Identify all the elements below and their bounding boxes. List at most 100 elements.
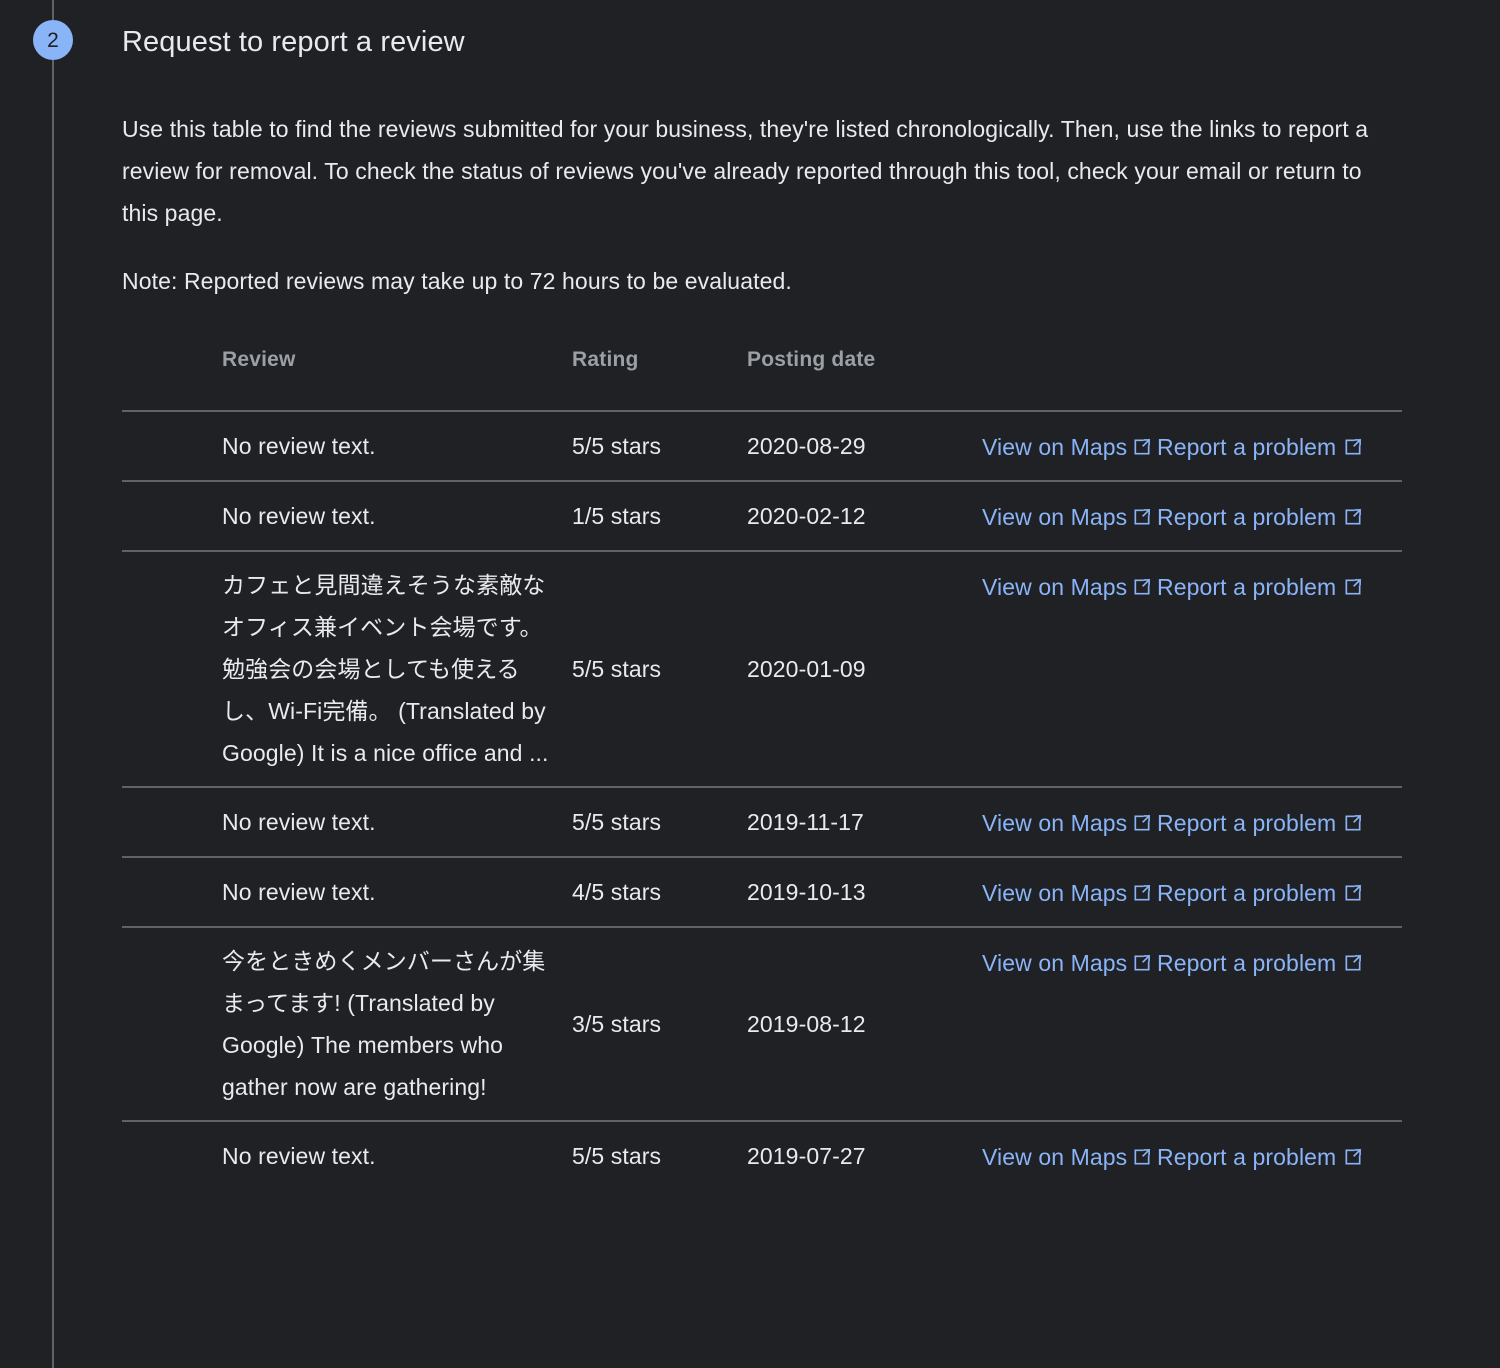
cell-posting-date: 2019-08-12: [747, 926, 982, 1121]
cell-view-on-maps: View on Maps: [982, 1120, 1157, 1190]
cell-report-a-problem: Report a problem: [1157, 786, 1402, 857]
cell-view-on-maps: View on Maps: [982, 786, 1157, 857]
cell-view-on-maps: View on Maps: [982, 926, 1157, 1121]
cell-view-on-maps: View on Maps: [982, 410, 1157, 481]
external-link-icon: [1343, 813, 1363, 833]
report-a-problem-link[interactable]: Report a problem: [1157, 880, 1363, 906]
table-row: No review text. 5/5 stars 2020-08-29 Vie…: [122, 410, 1402, 481]
external-link-icon: [1343, 1147, 1363, 1167]
cell-view-on-maps: View on Maps: [982, 480, 1157, 551]
cell-view-on-maps: View on Maps: [982, 550, 1157, 787]
cell-review-text: カフェと見間違えそうな素敵なオフィス兼イベント会場です。勉強会の会場としても使え…: [122, 550, 572, 787]
cell-rating: 1/5 stars: [572, 480, 747, 551]
cell-rating: 5/5 stars: [572, 550, 747, 787]
column-header-rating: Rating: [572, 348, 639, 371]
reviews-table: Review Rating Posting date No review tex…: [122, 348, 1402, 1190]
column-header-report-link: [1157, 348, 1402, 411]
column-header-posting-date: Posting date: [747, 348, 876, 371]
view-on-maps-link[interactable]: View on Maps: [982, 1144, 1152, 1170]
cell-posting-date: 2019-11-17: [747, 786, 982, 857]
cell-posting-date: 2020-02-12: [747, 480, 982, 551]
external-link-icon: [1132, 813, 1152, 833]
view-on-maps-label: View on Maps: [982, 504, 1128, 530]
cell-posting-date: 2019-07-27: [747, 1120, 982, 1190]
report-a-problem-label: Report a problem: [1157, 434, 1337, 460]
report-a-problem-link[interactable]: Report a problem: [1157, 504, 1363, 530]
external-link-icon: [1132, 1147, 1152, 1167]
step-section: 2 Request to report a review Use this ta…: [0, 0, 1500, 1368]
timeline-rail: [52, 0, 54, 1368]
external-link-icon: [1343, 883, 1363, 903]
cell-report-a-problem: Report a problem: [1157, 410, 1402, 481]
view-on-maps-link[interactable]: View on Maps: [982, 880, 1152, 906]
report-a-problem-link[interactable]: Report a problem: [1157, 1144, 1363, 1170]
cell-review-text: 今をときめくメンバーさんが集まってます! (Translated by Goog…: [122, 926, 572, 1121]
cell-review-text: No review text.: [122, 1120, 572, 1190]
report-a-problem-label: Report a problem: [1157, 504, 1337, 530]
table-row: カフェと見間違えそうな素敵なオフィス兼イベント会場です。勉強会の会場としても使え…: [122, 550, 1402, 787]
cell-report-a-problem: Report a problem: [1157, 550, 1402, 787]
table-row: No review text. 4/5 stars 2019-10-13 Vie…: [122, 856, 1402, 927]
view-on-maps-link[interactable]: View on Maps: [982, 810, 1152, 836]
cell-view-on-maps: View on Maps: [982, 856, 1157, 927]
view-on-maps-label: View on Maps: [982, 880, 1128, 906]
view-on-maps-label: View on Maps: [982, 1144, 1128, 1170]
external-link-icon: [1132, 507, 1152, 527]
cell-posting-date: 2020-08-29: [747, 410, 982, 481]
report-a-problem-label: Report a problem: [1157, 950, 1337, 976]
table-header-row: Review Rating Posting date: [122, 348, 1402, 411]
external-link-icon: [1343, 507, 1363, 527]
note-paragraph: Note: Reported reviews may take up to 72…: [122, 268, 792, 294]
view-on-maps-link[interactable]: View on Maps: [982, 434, 1152, 460]
cell-rating: 4/5 stars: [572, 856, 747, 927]
report-a-problem-link[interactable]: Report a problem: [1157, 950, 1363, 976]
step-number-badge: 2: [33, 20, 73, 60]
view-on-maps-link[interactable]: View on Maps: [982, 504, 1152, 530]
cell-posting-date: 2019-10-13: [747, 856, 982, 927]
cell-review-text: No review text.: [122, 410, 572, 481]
cell-rating: 5/5 stars: [572, 786, 747, 857]
cell-review-text: No review text.: [122, 856, 572, 927]
reviews-table-wrapper: Review Rating Posting date No review tex…: [122, 302, 1402, 1190]
report-a-problem-label: Report a problem: [1157, 1144, 1337, 1170]
external-link-icon: [1132, 577, 1152, 597]
view-on-maps-label: View on Maps: [982, 574, 1128, 600]
view-on-maps-label: View on Maps: [982, 950, 1128, 976]
cell-report-a-problem: Report a problem: [1157, 480, 1402, 551]
cell-report-a-problem: Report a problem: [1157, 856, 1402, 927]
external-link-icon: [1132, 437, 1152, 457]
step-content: Request to report a review Use this tabl…: [122, 0, 1412, 1190]
cell-review-text: No review text.: [122, 480, 572, 551]
column-header-review: Review: [222, 348, 296, 371]
view-on-maps-link[interactable]: View on Maps: [982, 574, 1152, 600]
report-a-problem-link[interactable]: Report a problem: [1157, 574, 1363, 600]
report-a-problem-link[interactable]: Report a problem: [1157, 434, 1363, 460]
cell-rating: 5/5 stars: [572, 1120, 747, 1190]
view-on-maps-link[interactable]: View on Maps: [982, 950, 1152, 976]
table-row: No review text. 5/5 stars 2019-07-27 Vie…: [122, 1120, 1402, 1190]
external-link-icon: [1132, 883, 1152, 903]
table-body: No review text. 5/5 stars 2020-08-29 Vie…: [122, 410, 1402, 1190]
cell-report-a-problem: Report a problem: [1157, 1120, 1402, 1190]
view-on-maps-label: View on Maps: [982, 434, 1128, 460]
external-link-icon: [1343, 953, 1363, 973]
report-a-problem-link[interactable]: Report a problem: [1157, 810, 1363, 836]
intro-paragraph: Use this table to find the reviews submi…: [122, 116, 1369, 226]
external-link-icon: [1343, 577, 1363, 597]
cell-rating: 5/5 stars: [572, 410, 747, 481]
cell-report-a-problem: Report a problem: [1157, 926, 1402, 1121]
cell-rating: 3/5 stars: [572, 926, 747, 1121]
page-title: Request to report a review: [122, 26, 465, 58]
external-link-icon: [1132, 953, 1152, 973]
external-link-icon: [1343, 437, 1363, 457]
report-a-problem-label: Report a problem: [1157, 574, 1337, 600]
step-number-label: 2: [47, 28, 59, 52]
table-row: No review text. 5/5 stars 2019-11-17 Vie…: [122, 786, 1402, 857]
table-row: No review text. 1/5 stars 2020-02-12 Vie…: [122, 480, 1402, 551]
report-a-problem-label: Report a problem: [1157, 880, 1337, 906]
column-header-maps-link: [982, 348, 1157, 411]
report-a-problem-label: Report a problem: [1157, 810, 1337, 836]
table-header: Review Rating Posting date: [122, 348, 1402, 411]
cell-review-text: No review text.: [122, 786, 572, 857]
cell-posting-date: 2020-01-09: [747, 550, 982, 787]
